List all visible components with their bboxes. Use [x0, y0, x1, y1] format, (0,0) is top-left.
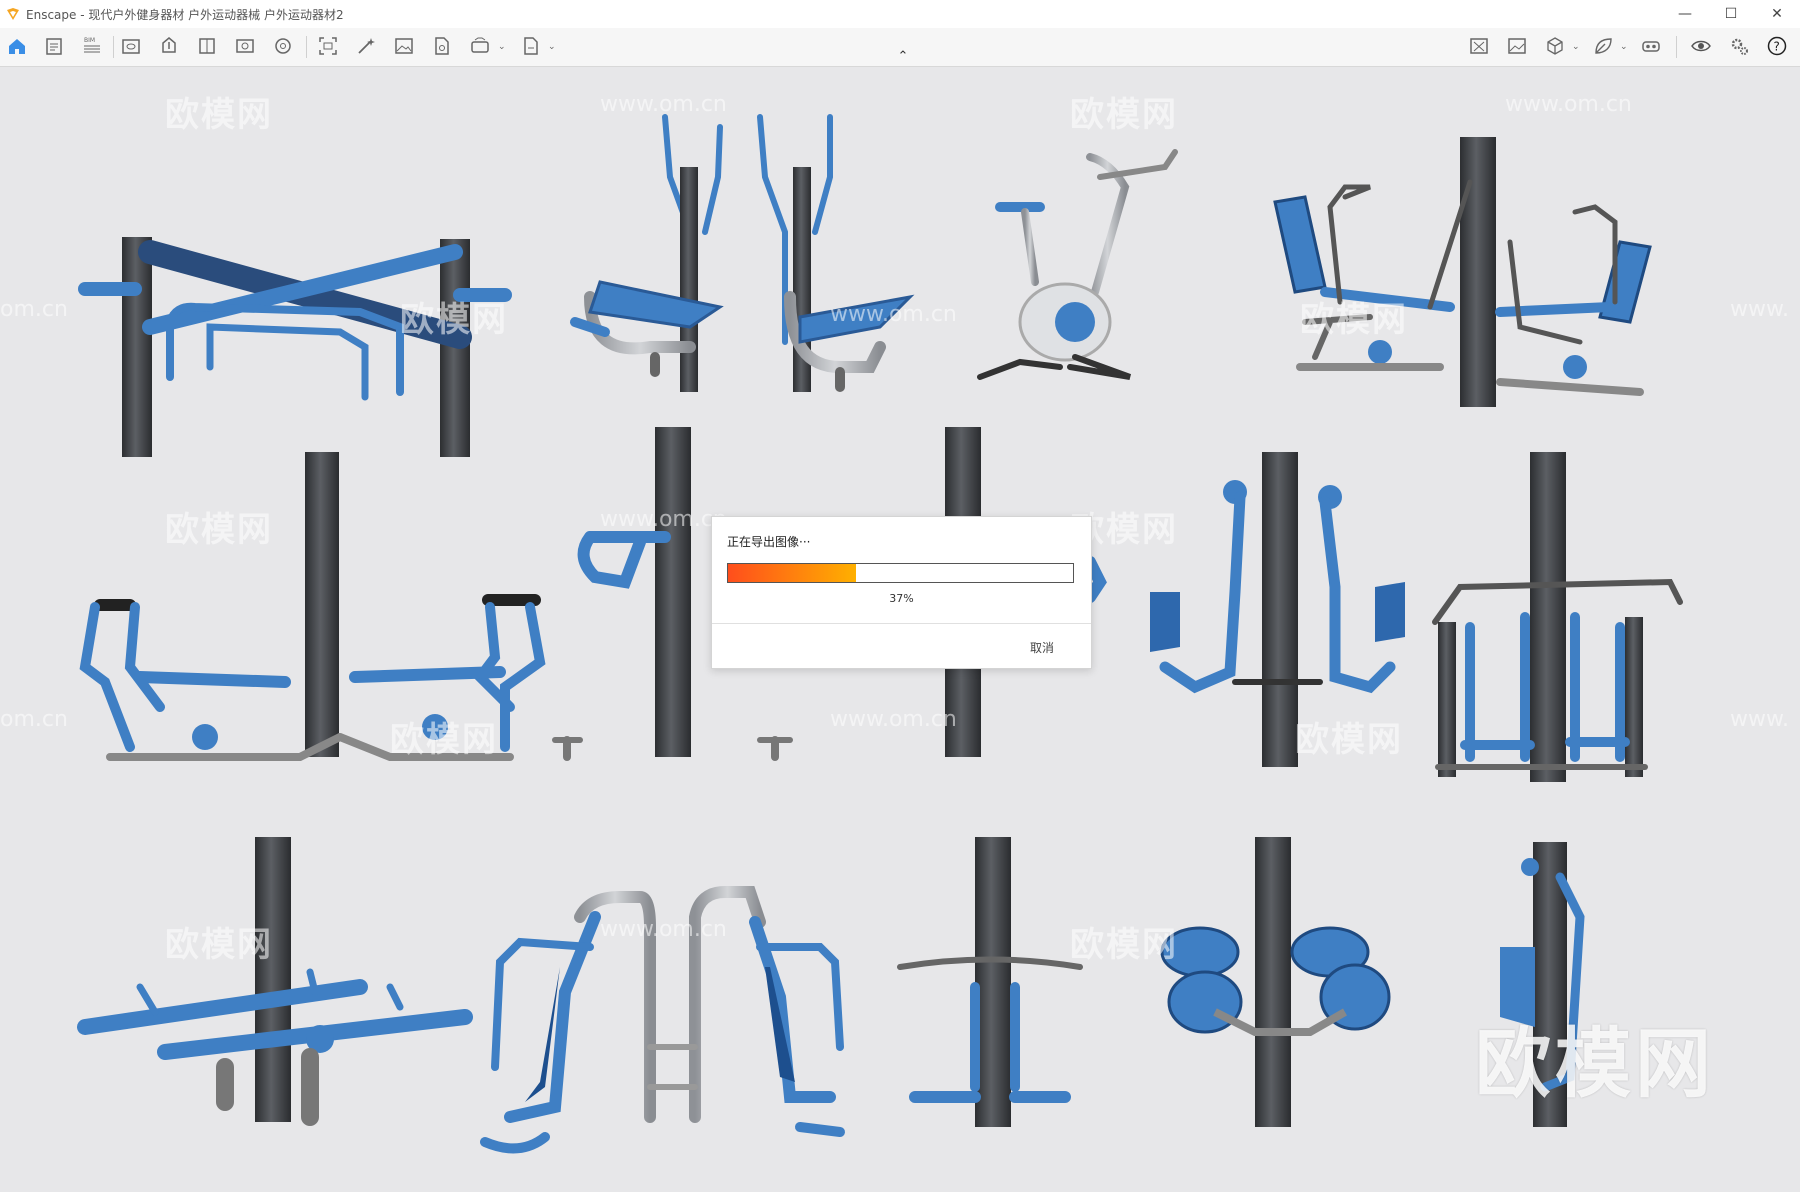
cube-icon[interactable] [1542, 33, 1568, 59]
watermark-brand: 欧模网 [1295, 720, 1403, 760]
dialog-title: 正在导出图像··· [727, 535, 811, 549]
magic-icon[interactable] [353, 33, 379, 59]
map-icon[interactable] [1466, 33, 1492, 59]
home-icon[interactable] [4, 33, 30, 59]
export-icon[interactable] [518, 33, 544, 59]
watermark-logo: 欧模网 [1475, 1019, 1715, 1108]
watermark-brand: 欧模网 [1070, 95, 1178, 135]
watermark-url: www. [1730, 707, 1789, 732]
watermark-brand: 欧模网 [165, 510, 273, 550]
panorama-icon[interactable] [467, 33, 493, 59]
divider [712, 623, 1091, 624]
book-icon[interactable] [194, 33, 220, 59]
maximize-icon[interactable]: ☐ [1708, 0, 1754, 28]
progress-percent: 37% [889, 592, 914, 605]
materials-icon[interactable] [270, 33, 296, 59]
progress-bar [727, 563, 1074, 583]
watermark-brand: 欧模网 [165, 925, 273, 965]
cancel-button[interactable]: 取消 [1030, 639, 1054, 656]
watermark-brand: 欧模网 [165, 95, 273, 135]
equipment-twister [897, 837, 1083, 1127]
vr-icon[interactable] [1638, 33, 1664, 59]
export-progress-dialog: 正在导出图像··· 37% 取消 [711, 516, 1092, 669]
bim-icon[interactable]: BIM [79, 33, 105, 59]
picture-icon[interactable] [1504, 33, 1530, 59]
watermark-url: www.om.cn [600, 917, 727, 942]
equipment-tai-chi-wheels [1160, 837, 1391, 1127]
view-icon[interactable] [118, 33, 144, 59]
watermark-brand: 欧模网 [400, 300, 508, 340]
watermark-brand: 欧模网 [390, 720, 498, 760]
close-icon[interactable]: ✕ [1754, 0, 1800, 28]
watermark-url: www.om.cn [600, 507, 727, 532]
watermark-url: www.om.cn [830, 302, 957, 327]
watermark-url: www.om.cn [1505, 92, 1632, 117]
svg-text:BIM: BIM [84, 37, 95, 44]
capture-icon[interactable] [315, 33, 341, 59]
equipment-bike [977, 149, 1178, 380]
watermark-url: www. [1730, 297, 1789, 322]
minimize-icon[interactable]: — [1662, 0, 1708, 28]
equipment-walker [1432, 452, 1683, 782]
watermark-brand: 欧模网 [1070, 925, 1178, 965]
watermark-url: www.om.cn [830, 707, 957, 732]
equipment-elliptical [570, 114, 915, 392]
title-bar: Enscape - 现代户外健身器材 户外运动器械 户外运动器材2 — ☐ ✕ [0, 0, 1800, 29]
equipment-crossbar [78, 237, 512, 457]
equipment-rower [1273, 137, 1652, 407]
eye-icon[interactable] [1688, 33, 1714, 59]
enscape-logo-icon [7, 8, 19, 20]
svg-text:?: ? [1774, 40, 1780, 54]
collapse-toolbar-icon[interactable]: ⌃ [893, 50, 913, 64]
image-icon[interactable] [391, 33, 417, 59]
watermark-url: om.cn [0, 297, 68, 322]
file-export-icon[interactable] [429, 33, 455, 59]
equipment-rider [79, 452, 583, 761]
leaf-icon[interactable] [1590, 33, 1616, 59]
watermark-url: www.om.cn [600, 92, 727, 117]
upload-icon[interactable] [156, 33, 182, 59]
progress-fill [728, 564, 856, 582]
settings-icon[interactable] [1726, 33, 1752, 59]
watermark-brand: 欧模网 [1300, 300, 1408, 340]
gallery-icon[interactable] [232, 33, 258, 59]
window-title: Enscape - 现代户外健身器材 户外运动器械 户外运动器材2 [26, 7, 344, 22]
watermark-url: om.cn [0, 707, 68, 732]
document-icon[interactable] [41, 33, 67, 59]
help-icon[interactable]: ? [1764, 33, 1790, 59]
equipment-seesaw [77, 837, 473, 1126]
